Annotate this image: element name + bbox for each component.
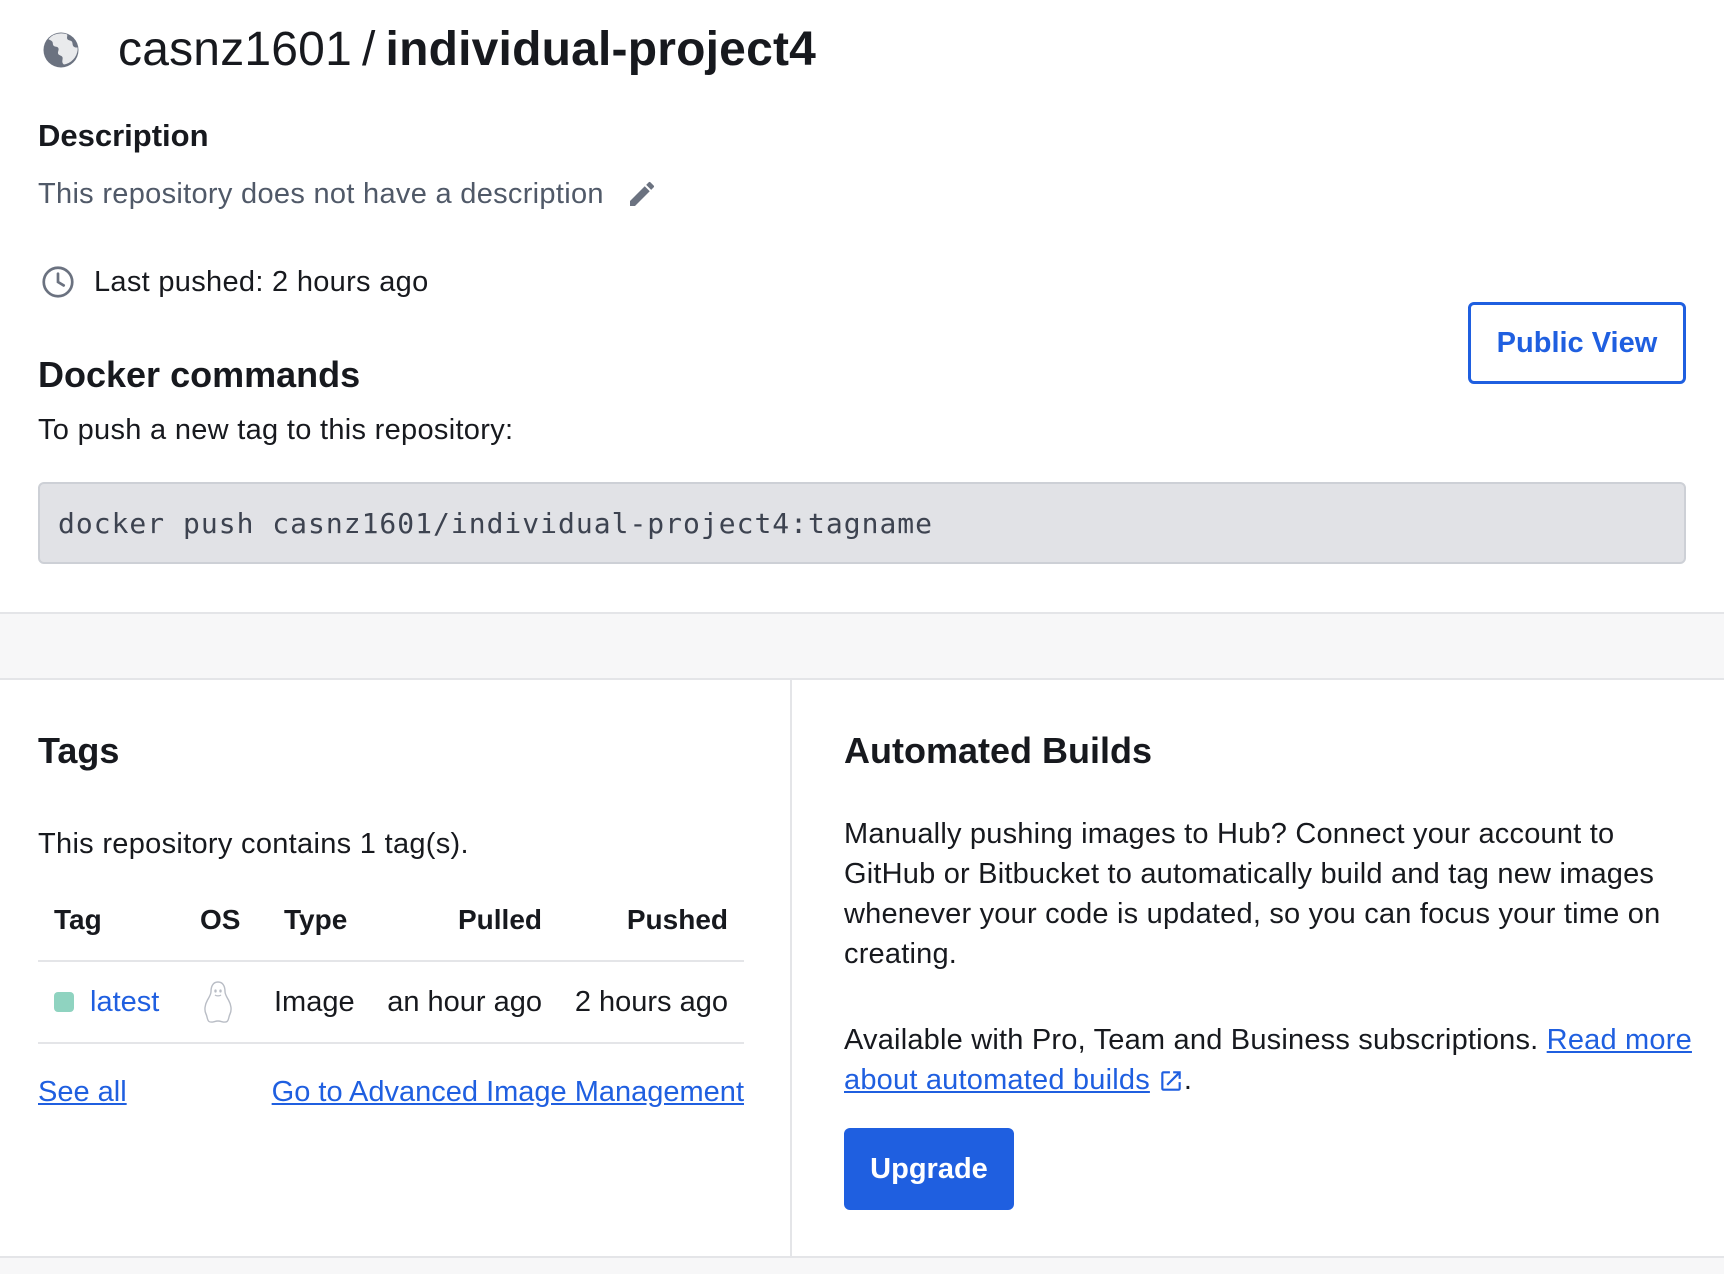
pulled-cell: an hour ago (387, 985, 542, 1018)
pencil-icon[interactable] (624, 176, 660, 212)
tag-link-latest[interactable]: latest (90, 986, 159, 1019)
column-header-tag: Tag (54, 904, 102, 935)
docker-commands-subtitle: To push a new tag to this repository: (38, 414, 514, 446)
availability-text: Available with Pro, Team and Business su… (844, 1024, 1539, 1056)
tags-count: This repository contains 1 tag(s). (38, 828, 469, 860)
docker-commands-heading: Docker commands (38, 354, 361, 395)
linux-icon (198, 978, 238, 1026)
upgrade-button[interactable]: Upgrade (844, 1128, 1014, 1210)
description-text: This repository does not have a descript… (38, 177, 604, 210)
docker-command-box[interactable]: docker push casnz1601/individual-project… (38, 482, 1686, 564)
trailing-period: . (1183, 1064, 1193, 1096)
external-link-icon (1161, 1071, 1181, 1092)
status-badge (54, 992, 74, 1012)
public-view-button[interactable]: Public View (1468, 302, 1686, 384)
tag-cell: latest (54, 986, 159, 1019)
page-bottom-edge (0, 1256, 1724, 1274)
pushed-cell: 2 hours ago (574, 985, 728, 1018)
automated-builds-heading: Automated Builds (844, 730, 1153, 771)
repo-header: casnz1601/individual-project4 (38, 22, 816, 78)
automated-builds-availability: Available with Pro, Team and Business su… (844, 1020, 1694, 1100)
automated-builds-description: Manually pushing images to Hub? Connect … (844, 818, 1661, 970)
last-pushed-text: Last pushed: 2 hours ago (94, 265, 429, 298)
advanced-image-management-link[interactable]: Go to Advanced Image Management (272, 1076, 744, 1109)
type-cell: Image (274, 985, 355, 1018)
column-header-pushed: Pushed (626, 904, 728, 935)
last-pushed-row: Last pushed: 2 hours ago (38, 262, 429, 302)
automated-builds-panel: Automated Builds Manually pushing images… (794, 680, 1724, 1258)
page-title: casnz1601/individual-project4 (118, 22, 816, 78)
repo-separator: / (361, 23, 376, 76)
column-header-type: Type (284, 904, 348, 935)
tags-table: Tag OS Type Pulled Pushed latest Image a… (38, 880, 744, 1044)
column-header-os: OS (200, 904, 241, 935)
globe-icon (38, 27, 84, 73)
tags-heading: Tags (38, 730, 120, 771)
column-header-pulled: Pulled (457, 904, 542, 935)
description-heading: Description (38, 118, 209, 153)
repo-name: individual-project4 (385, 23, 817, 76)
description-row: This repository does not have a descript… (38, 176, 660, 212)
repository-page: casnz1601/individual-project4 Descriptio… (0, 0, 1724, 1274)
table-row: latest Image an hour ago 2 hours ago (38, 962, 744, 1044)
section-divider (0, 612, 1724, 680)
repo-namespace[interactable]: casnz1601 (118, 23, 352, 76)
tags-table-header: Tag OS Type Pulled Pushed (38, 880, 744, 962)
see-all-link[interactable]: See all (38, 1076, 127, 1109)
clock-icon (38, 262, 78, 302)
docker-command-text[interactable]: docker push casnz1601/individual-project… (58, 507, 933, 540)
tags-panel: Tags This repository contains 1 tag(s). … (0, 680, 792, 1258)
